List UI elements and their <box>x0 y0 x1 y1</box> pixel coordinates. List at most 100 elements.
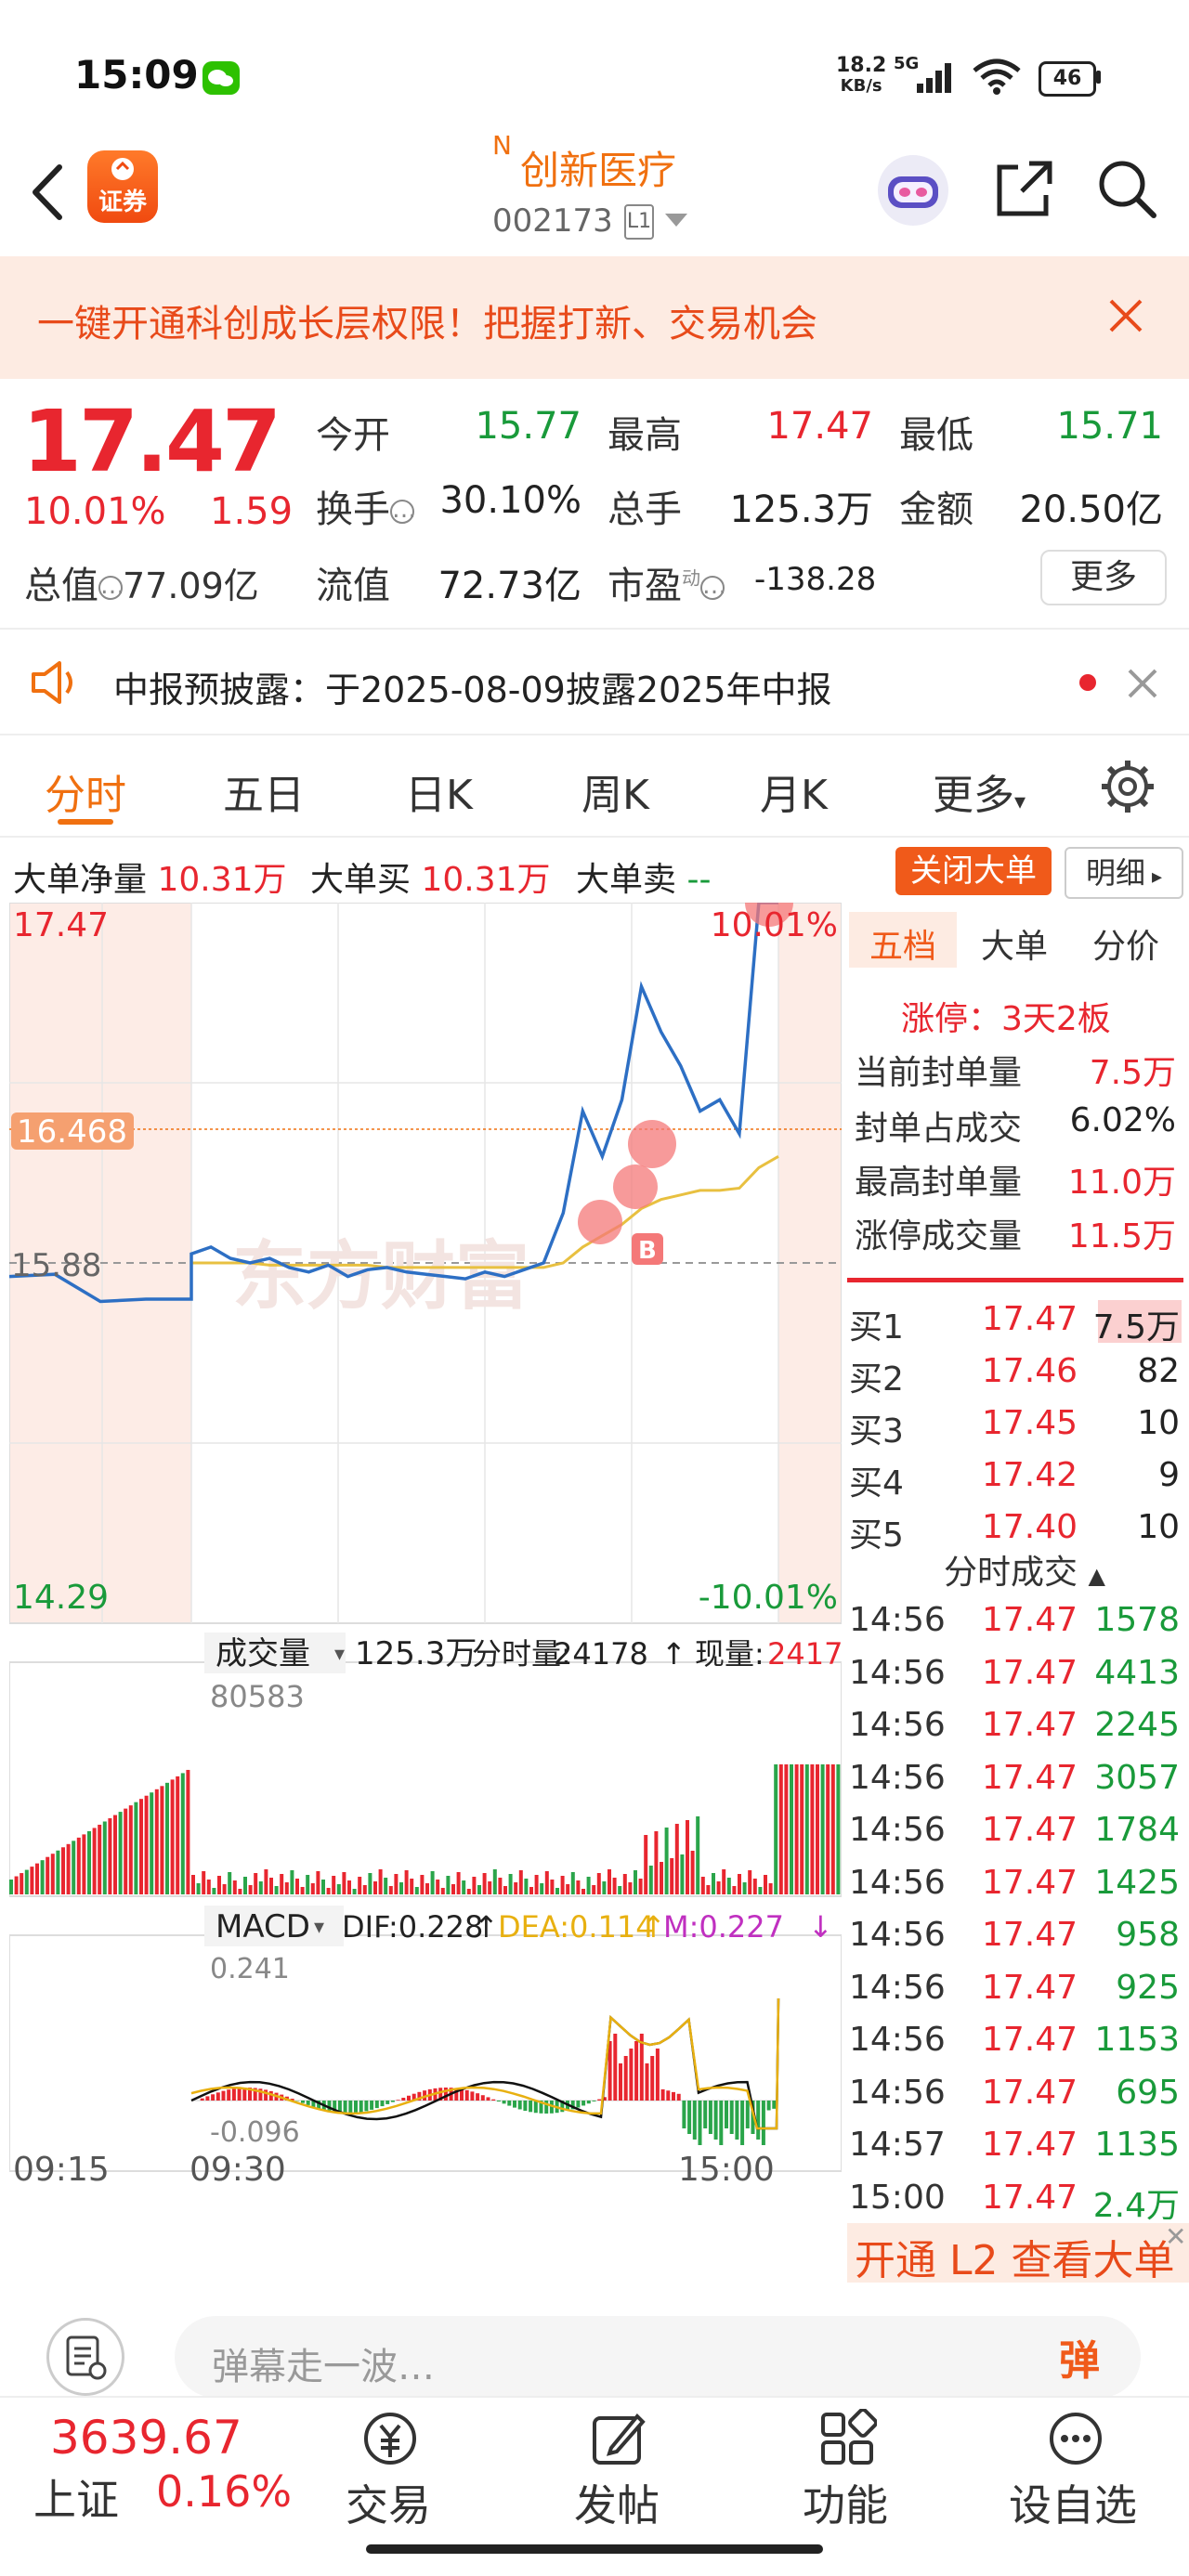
pe-label[interactable]: 市盈动… <box>608 555 725 609</box>
tab-five-day[interactable]: 五日 <box>223 761 305 821</box>
big-order-marker <box>628 1120 676 1168</box>
volume-bar <box>587 1877 591 1894</box>
promo-banner-text[interactable]: 一键开通科创成长层权限！把握打新、交易机会 <box>37 293 817 347</box>
float-cap-value: 72.73亿 <box>418 555 581 609</box>
detail-button[interactable]: 明细 ▸ <box>1065 847 1183 899</box>
close-icon[interactable] <box>1105 295 1146 340</box>
macd-bar <box>719 2101 723 2145</box>
watchlist-icon[interactable] <box>1046 2409 1105 2472</box>
open-label: 今开 <box>316 405 390 459</box>
tick-price: 17.47 <box>975 1969 1078 2007</box>
price-max-label: 17.47 <box>13 906 109 944</box>
volume-bar <box>420 1875 424 1894</box>
volume-bar <box>316 1871 320 1894</box>
seal-stat-label: 当前封单量 <box>855 1046 1022 1094</box>
index-name[interactable]: 上证 <box>33 2466 119 2528</box>
tab-big-orders[interactable]: 大单 <box>981 919 1048 968</box>
close-icon[interactable] <box>1124 665 1161 706</box>
macd-bar <box>693 2101 697 2140</box>
nav-watchlist[interactable]: 设自选 <box>1009 2472 1137 2533</box>
level-badge[interactable]: L1 <box>624 204 654 240</box>
big-order-buy: 大单买 10.31万 <box>310 852 551 901</box>
macd-bar <box>481 2095 485 2101</box>
volume-bar <box>139 1799 143 1894</box>
chevron-down-icon: ▾ <box>1014 788 1026 814</box>
danmu-placeholder[interactable]: 弹幕走一波… <box>212 2336 435 2390</box>
ticks-title[interactable]: 分时成交 ▲ <box>944 1545 1105 1594</box>
volume-bar <box>649 1866 653 1894</box>
more-button[interactable]: 更多 <box>1040 550 1167 605</box>
home-indicator[interactable] <box>366 2544 823 2554</box>
divider <box>0 628 1189 630</box>
watermark: 东方财富 <box>232 1233 529 1320</box>
tab-more[interactable]: 更多▾ <box>933 761 1026 821</box>
functions-icon[interactable] <box>817 2409 877 2472</box>
macd-bar <box>650 2056 654 2101</box>
time-label-close: 15:00 <box>678 2151 775 2184</box>
close-icon[interactable]: ✕ <box>1165 2221 1186 2252</box>
bid-label: 买4 <box>849 1456 904 1504</box>
tab-intraday[interactable]: 分时 <box>45 761 126 821</box>
share-icon[interactable] <box>992 158 1055 225</box>
tab-weekly-k[interactable]: 周K <box>581 761 649 821</box>
volume-max-label: 80583 <box>210 1679 305 1714</box>
chevron-up-icon: ▲ <box>1088 1563 1104 1589</box>
volume-bar <box>451 1884 455 1894</box>
market-cap[interactable]: 总值…77.09亿 <box>24 555 259 609</box>
volume-bar <box>800 1764 804 1894</box>
macd-bar <box>587 2101 591 2103</box>
post-icon[interactable] <box>589 2409 648 2472</box>
l2-banner-text[interactable]: 开通 L2 查看大单 <box>855 2227 1174 2286</box>
volume-bar <box>717 1881 721 1894</box>
index-value[interactable]: 3639.67 <box>50 2411 242 2465</box>
danmu-send-button[interactable]: 弹 <box>1059 2327 1100 2387</box>
volume-bar <box>436 1880 439 1894</box>
tab-price-dist[interactable]: 分价 <box>1092 919 1159 968</box>
nav-functions[interactable]: 功能 <box>803 2472 888 2533</box>
broker-logo[interactable]: 证券 <box>87 150 158 223</box>
intraday-chart[interactable]: 东方财富 B 17.47 10.01% 16.468 15.88 14.29 -… <box>9 903 842 2184</box>
seal-stat-value: 11.0万 <box>1050 1155 1176 1203</box>
search-icon[interactable] <box>1096 158 1159 225</box>
macd-bar <box>391 2101 395 2102</box>
macd-bar <box>476 2093 479 2101</box>
seal-stat-label: 涨停成交量 <box>855 1209 1022 1257</box>
volume-bar <box>441 1888 445 1894</box>
big-order-net: 大单净量 10.31万 <box>13 852 287 901</box>
volume-bar <box>748 1870 751 1894</box>
nav-trade[interactable]: 交易 <box>346 2472 431 2533</box>
macd-bar <box>762 2101 765 2145</box>
volume-bar <box>259 1881 263 1894</box>
turnover-label[interactable]: 换手… <box>316 479 414 533</box>
macd-bar <box>513 2101 516 2108</box>
volume-bar <box>25 1870 29 1894</box>
tab-daily-k[interactable]: 日K <box>405 761 473 821</box>
pct-min-label: -10.01% <box>699 1579 838 1617</box>
wechat-icon <box>203 61 240 95</box>
volume-bar <box>660 1862 663 1894</box>
stock-name[interactable]: 创新医疗 <box>520 139 676 196</box>
nav-post[interactable]: 发帖 <box>574 2472 660 2533</box>
macd-bar <box>529 2101 532 2112</box>
back-button[interactable] <box>26 160 72 225</box>
volume-bar <box>805 1764 809 1894</box>
volume-bar <box>191 1875 195 1894</box>
assistant-robot-icon[interactable] <box>873 152 953 228</box>
volume-bar <box>571 1872 575 1894</box>
volume-bar <box>514 1882 517 1894</box>
tick-volume: 958 <box>1078 1916 1180 1954</box>
gear-icon[interactable] <box>1098 757 1157 820</box>
danmu-toggle-icon[interactable] <box>46 2318 124 2396</box>
tab-order-book[interactable]: 五档 <box>869 919 936 968</box>
tab-underline <box>58 819 113 825</box>
tab-monthly-k[interactable]: 月K <box>760 761 828 821</box>
net-speed: 18.2KB/s <box>836 56 886 97</box>
close-big-order-button[interactable]: 关闭大单 <box>895 847 1052 895</box>
trade-icon[interactable] <box>360 2409 420 2472</box>
chevron-down-icon[interactable] <box>665 214 687 227</box>
index-change[interactable]: 0.16% <box>156 2466 292 2517</box>
volume-bar <box>545 1871 549 1894</box>
notice-text[interactable]: 中报预披露：于2025-08-09披露2025年中报 <box>113 661 832 712</box>
new-stock-badge: N <box>492 130 512 161</box>
volume-bar <box>472 1877 476 1894</box>
